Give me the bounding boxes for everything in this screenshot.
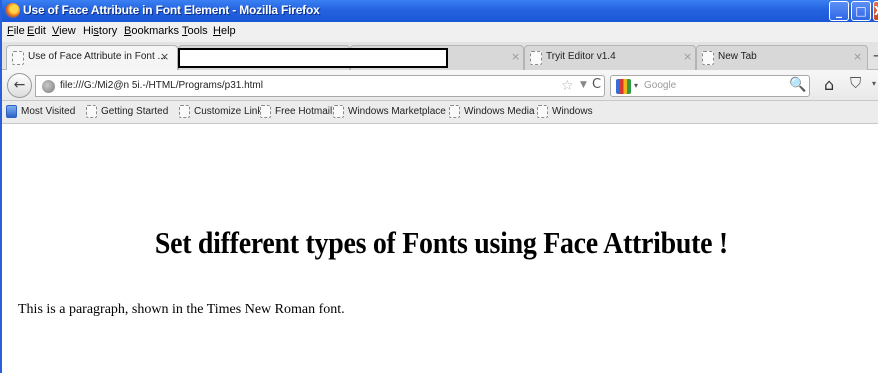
tab-bar: Use of Face Attribute in Font ... × × Tr… [2,42,878,71]
menu-history[interactable]: History [83,25,117,37]
site-identity-icon[interactable] [42,80,55,93]
search-engine-dropdown-icon[interactable]: ▾ [634,81,638,90]
page-icon [333,105,344,118]
reload-icon[interactable]: C [592,77,601,92]
menu-bookmarks[interactable]: Bookmarks [124,25,179,37]
bookmark-windows-media[interactable]: Windows Media [449,105,549,121]
browser-window: Use of Face Attribute in Font Element - … [0,0,878,373]
search-input[interactable]: Google [644,80,676,91]
tab-close-icon[interactable]: × [511,50,520,63]
page-heading: Set different types of Fonts using Face … [154,225,728,260]
page-icon [530,51,542,65]
more-tools-icon[interactable]: ▾ [872,79,876,88]
search-icon[interactable]: 🔍 [789,77,806,93]
new-tab-button[interactable]: + [872,46,878,65]
page-heading-row: Set different types of Fonts using Face … [2,225,878,261]
window-title: Use of Face Attribute in Font Element - … [23,3,320,17]
redacted-box [178,48,448,68]
tab-tryit-editor[interactable]: Tryit Editor v1.4 × [524,45,696,70]
most-visited-icon [6,105,17,118]
bookmark-windows[interactable]: Windows [537,105,617,121]
bookmark-windows-marketplace[interactable]: Windows Marketplace [333,105,453,121]
back-button[interactable]: ← [7,73,32,98]
address-bar[interactable]: file:///G:/Mi2@n 5i.-/HTML/Programs/p31.… [35,75,605,97]
tab-label: New Tab [718,51,757,62]
page-icon [702,51,714,65]
page-icon [86,105,97,118]
menu-edit[interactable]: Edit [27,25,46,37]
tab-label: Use of Face Attribute in Font ... [28,51,166,62]
maximize-button[interactable]: □ [851,1,871,21]
menu-bar: File Edit View History Bookmarks Tools H… [2,22,878,42]
tab-close-icon[interactable]: × [683,50,692,63]
page-icon [179,105,190,118]
menu-help[interactable]: Help [213,25,236,37]
bookmark-getting-started[interactable]: Getting Started [86,105,186,121]
history-dropdown-icon[interactable]: ▼ [580,80,587,90]
tab-face-attribute[interactable]: Use of Face Attribute in Font ... × [6,45,178,71]
pocket-icon[interactable]: ⛉ [850,74,861,92]
close-window-button[interactable]: X [873,1,878,21]
page-paragraph: This is a paragraph, shown in the Times … [18,302,345,317]
tab-new-tab[interactable]: New Tab × [696,45,868,70]
search-bar[interactable]: ▾ Google 🔍 [610,75,810,97]
firefox-logo-icon [5,3,20,18]
url-text[interactable]: file:///G:/Mi2@n 5i.-/HTML/Programs/p31.… [60,80,263,91]
minimize-button[interactable]: _ [829,1,849,21]
page-icon [12,51,24,65]
title-bar[interactable]: Use of Face Attribute in Font Element - … [2,0,878,22]
tab-close-icon[interactable]: × [160,50,169,63]
tab-label: Tryit Editor v1.4 [546,51,616,62]
page-icon [260,105,271,118]
menu-tools[interactable]: Tools [182,25,208,37]
menu-file[interactable]: File [7,25,25,37]
page-icon [449,105,460,118]
menu-view[interactable]: View [52,25,76,37]
google-icon[interactable] [616,79,631,94]
navigation-bar: ← file:///G:/Mi2@n 5i.-/HTML/Programs/p3… [2,70,878,101]
bookmark-star-icon[interactable]: ☆ [561,78,574,94]
tab-close-icon[interactable]: × [853,50,862,63]
page-icon [537,105,548,118]
bookmarks-toolbar: Most Visited Getting Started Customize L… [2,101,878,124]
home-icon[interactable]: ⌂ [824,75,834,94]
